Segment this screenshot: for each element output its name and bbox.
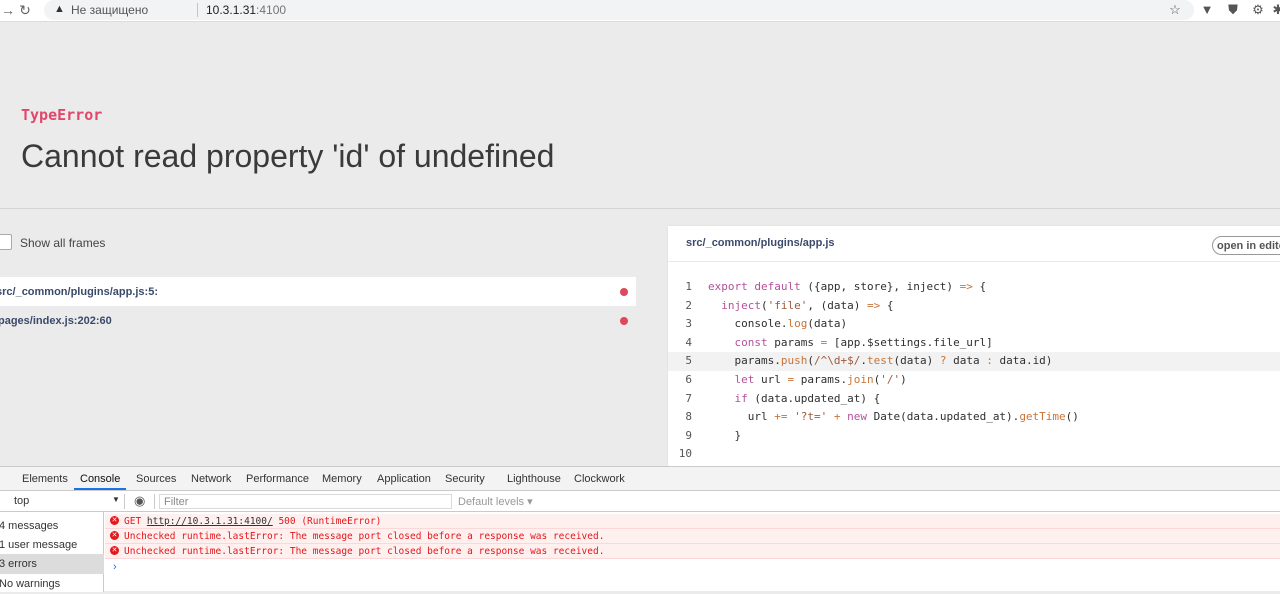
active-tab-indicator (74, 488, 126, 490)
error-x-icon: ✕ (110, 546, 119, 555)
error-type: TypeError (21, 106, 103, 124)
line-number: 2 (685, 298, 692, 312)
sidebar-item-label: 1 user message (0, 539, 78, 551)
console-error-row: ✕ Unchecked runtime.lastError: The messa… (105, 529, 1280, 544)
tab-elements[interactable]: Elements (22, 473, 68, 485)
console-messages: ✕ GET http://10.3.1.31:4100/ 500 (Runtim… (105, 512, 1280, 592)
context-selector[interactable]: top (14, 495, 29, 507)
line-number: 4 (685, 335, 692, 349)
console-error-text: Unchecked runtime.lastError: The message… (124, 546, 605, 557)
line-number: 5 (685, 354, 692, 368)
sidebar-item-label: 3 errors (0, 558, 37, 570)
line-number: 10 (678, 447, 692, 461)
tab-performance[interactable]: Performance (246, 473, 309, 485)
sidebar-item-label: 4 messages (0, 520, 59, 532)
console-sidebar: 4 messages 1 user message 3 errors No wa… (0, 512, 104, 592)
tab-lighthouse[interactable]: Lighthouse (507, 473, 561, 485)
warning-triangle-icon[interactable]: ▲ (54, 3, 65, 15)
code-line: 3 console.log(data) (668, 315, 1280, 334)
console-error-row: ✕ Unchecked runtime.lastError: The messa… (105, 544, 1280, 559)
open-in-editor-button[interactable]: open in editor (1212, 236, 1280, 255)
console-filter-input[interactable]: Filter (159, 494, 452, 509)
error-x-icon: ✕ (110, 531, 119, 540)
code-line-highlighted: 5 params.push(/^\d+$/.test(data) ? data … (668, 352, 1280, 371)
sidebar-item-label: No warnings (0, 578, 61, 590)
browser-toolbar: → ↻ ▲ Не защищено 10.3.1.31:4100 ☆ ▼ ⛊ ⚙… (0, 0, 1280, 22)
url-host: 10.3.1.31 (206, 3, 257, 17)
app-frame-dot-icon (620, 317, 628, 325)
sidebar-item-errors[interactable]: 3 errors (0, 554, 104, 574)
console-toolbar: top ▼ ◉ Filter Default levels ▾ (0, 491, 1280, 512)
toolbar-separator (124, 494, 125, 509)
gear-extension-icon[interactable]: ⚙ (1250, 2, 1266, 18)
tab-network[interactable]: Network (191, 473, 231, 485)
toolbar-separator (154, 494, 155, 509)
console-prompt-chevron-icon[interactable]: › (113, 561, 117, 573)
code-lines: 1 export default ({app, store}, inject) =… (668, 278, 1280, 464)
vue-devtools-extension-icon[interactable]: ▼ (1199, 2, 1215, 18)
stack-frame-label: pages/index.js:202:60 (0, 315, 112, 327)
code-line: 9 } (668, 427, 1280, 446)
show-all-frames-checkbox[interactable] (0, 234, 12, 250)
forward-arrow-icon[interactable]: → (0, 2, 16, 18)
show-all-frames-label[interactable]: Show all frames (20, 236, 105, 250)
bookmark-star-icon[interactable]: ☆ (1167, 2, 1183, 18)
stack-frame-2[interactable]: pages/index.js:202:60 (0, 306, 636, 335)
console-error-text: GET (124, 516, 147, 527)
address-bar[interactable]: ▲ Не защищено 10.3.1.31:4100 (44, 0, 1194, 20)
code-line: 2 inject('file', (data) => { (668, 297, 1280, 316)
address-separator (197, 3, 198, 17)
code-file-path: src/_common/plugins/app.js (686, 237, 835, 249)
url-port: :4100 (256, 3, 287, 17)
tab-sources[interactable]: Sources (136, 473, 176, 485)
code-snippet-panel: src/_common/plugins/app.js open in edito… (668, 226, 1280, 471)
code-header: src/_common/plugins/app.js open in edito… (668, 226, 1280, 262)
reload-icon[interactable]: ↻ (17, 2, 33, 18)
console-error-text: 500 (RuntimeError) (272, 516, 382, 527)
tab-memory[interactable]: Memory (322, 473, 362, 485)
puzzle-extension-icon[interactable]: ✱ (1270, 2, 1280, 18)
tab-console[interactable]: Console (80, 473, 120, 485)
line-number: 3 (685, 317, 692, 331)
error-message: Cannot read property 'id' of undefined (21, 138, 555, 174)
tab-security[interactable]: Security (445, 473, 485, 485)
divider (0, 208, 1280, 209)
sidebar-item-user-messages[interactable]: 1 user message (0, 535, 104, 555)
line-number: 8 (685, 410, 692, 424)
stack-frame-label: src/_common/plugins/app.js:5: (0, 286, 158, 298)
console-error-link[interactable]: http://10.3.1.31:4100/ (147, 516, 273, 527)
code-line: 10 (668, 445, 1280, 464)
devtools-panel: Elements Console Sources Network Perform… (0, 466, 1280, 592)
code-line: 6 let url = params.join('/') (668, 371, 1280, 390)
line-number: 9 (685, 428, 692, 442)
code-line: 4 const params = [app.$settings.file_url… (668, 334, 1280, 353)
console-error-row: ✕ GET http://10.3.1.31:4100/ 500 (Runtim… (105, 514, 1280, 529)
log-levels-dropdown[interactable]: Default levels ▾ (458, 495, 533, 508)
sidebar-item-messages[interactable]: 4 messages (0, 516, 104, 536)
line-number: 1 (685, 280, 692, 293)
code-line: 8 url += '?t=' + new Date(data.updated_a… (668, 408, 1280, 427)
dropdown-arrow-icon[interactable]: ▼ (112, 495, 120, 504)
stack-frame-1[interactable]: src/_common/plugins/app.js:5: (0, 277, 636, 306)
console-error-text: Unchecked runtime.lastError: The message… (124, 531, 605, 542)
line-number: 6 (685, 372, 692, 386)
error-x-icon: ✕ (110, 516, 119, 525)
security-status[interactable]: Не защищено (71, 3, 148, 17)
code-line: 7 if (data.updated_at) { (668, 390, 1280, 409)
shield-extension-icon[interactable]: ⛊ (1225, 2, 1241, 18)
code-line: 1 export default ({app, store}, inject) =… (668, 278, 1280, 297)
url-text[interactable]: 10.3.1.31:4100 (206, 3, 286, 17)
eye-icon[interactable]: ◉ (134, 493, 145, 509)
tab-application[interactable]: Application (377, 473, 431, 485)
line-number: 7 (685, 391, 692, 405)
app-frame-dot-icon (620, 288, 628, 296)
devtools-tabbar: Elements Console Sources Network Perform… (0, 467, 1280, 491)
tab-clockwork[interactable]: Clockwork (574, 473, 625, 485)
